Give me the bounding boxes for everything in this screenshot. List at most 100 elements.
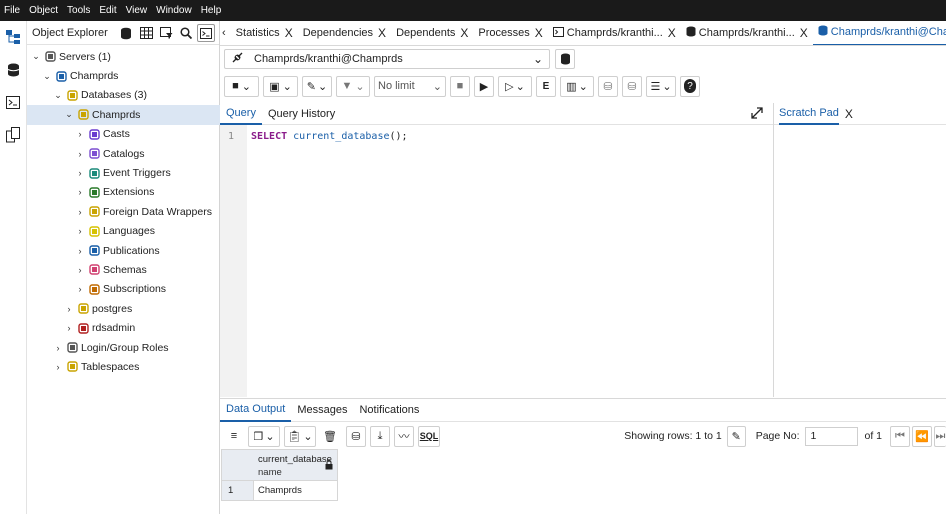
tab-psql-champrds[interactable]: Champrds/kranthi... X bbox=[548, 21, 681, 45]
open-file-button[interactable]: ■ ⌄ bbox=[224, 75, 259, 97]
close-icon[interactable]: X bbox=[845, 107, 853, 121]
tree-node[interactable]: › Event Triggers bbox=[27, 163, 220, 182]
tree-node[interactable]: › Extensions bbox=[27, 183, 220, 202]
connection-select[interactable]: Champrds/kranthi@Champrds ⌄ bbox=[224, 49, 550, 69]
tab-notifications[interactable]: Notifications bbox=[353, 398, 425, 422]
expand-icon[interactable] bbox=[751, 107, 763, 122]
tab-statistics[interactable]: Statistics X bbox=[231, 21, 298, 45]
menu-tools[interactable]: Tools bbox=[67, 5, 90, 16]
chevron-right-icon[interactable]: › bbox=[75, 187, 85, 197]
tab-processes[interactable]: Processes X bbox=[473, 21, 547, 45]
tab-dependents[interactable]: Dependents X bbox=[391, 21, 473, 45]
menu-help[interactable]: Help bbox=[201, 5, 222, 16]
next-page-button[interactable]: ⏭ bbox=[934, 425, 946, 447]
explain-analyze-button[interactable]: ▥ ⌄ bbox=[560, 75, 594, 97]
chevron-right-icon[interactable]: › bbox=[64, 304, 74, 314]
paste-button[interactable]: 📋︎ ⌄ bbox=[284, 425, 316, 447]
tree-node[interactable]: › Catalogs bbox=[27, 144, 220, 163]
tree-node[interactable]: › Casts bbox=[27, 125, 220, 144]
menu-object[interactable]: Object bbox=[29, 5, 58, 16]
commit-button[interactable]: ⛁ bbox=[598, 75, 618, 97]
chevron-right-icon[interactable]: › bbox=[53, 343, 63, 353]
chevron-right-icon[interactable]: › bbox=[64, 323, 74, 333]
filter-rows-icon[interactable] bbox=[157, 24, 175, 42]
chevron-right-icon[interactable]: › bbox=[75, 246, 85, 256]
close-icon[interactable]: X bbox=[535, 26, 543, 40]
cell-value[interactable]: Champrds bbox=[254, 485, 302, 496]
sql-button[interactable]: SQL bbox=[418, 425, 440, 447]
execute-options-button[interactable]: ▷ ⌄ bbox=[498, 75, 532, 97]
tree-node[interactable]: › postgres bbox=[27, 299, 220, 318]
first-page-button[interactable]: ⏮ bbox=[890, 425, 910, 447]
close-icon[interactable]: X bbox=[378, 26, 386, 40]
edit-rows-button[interactable]: ✎ bbox=[726, 425, 746, 447]
tree-node[interactable]: › Tablespaces bbox=[27, 357, 220, 376]
chevron-down-icon[interactable]: ⌄ bbox=[42, 71, 52, 82]
schema-diff-icon[interactable] bbox=[4, 126, 22, 144]
tree-node[interactable]: › Login/Group Roles bbox=[27, 338, 220, 357]
add-row-button[interactable]: ≡ bbox=[224, 425, 244, 447]
database-stack-icon[interactable] bbox=[4, 61, 22, 79]
download-button[interactable]: ⤓ bbox=[370, 425, 390, 447]
tree-node[interactable]: › Schemas bbox=[27, 260, 220, 279]
row-limit-select[interactable]: No limit ⌄ bbox=[374, 75, 446, 97]
search-icon[interactable] bbox=[177, 24, 195, 42]
tab-query[interactable]: Query bbox=[220, 103, 262, 125]
chevron-right-icon[interactable]: › bbox=[53, 362, 63, 372]
menu-edit[interactable]: Edit bbox=[99, 5, 116, 16]
menu-file[interactable]: File bbox=[4, 5, 20, 16]
object-explorer-icon[interactable] bbox=[4, 28, 22, 46]
tab-scratch-pad[interactable]: Scratch Pad X bbox=[774, 103, 946, 125]
save-data-button[interactable]: ⛁ bbox=[346, 425, 366, 447]
edit-button[interactable]: ✎ ⌄ bbox=[302, 75, 332, 97]
tree-node[interactable]: ⌄ Servers (1) bbox=[27, 47, 220, 66]
column-header[interactable]: current_database name bbox=[221, 449, 338, 481]
help-button[interactable]: ? bbox=[680, 75, 700, 97]
table-row[interactable]: 1 Champrds bbox=[221, 481, 338, 501]
chevron-right-icon[interactable]: › bbox=[75, 207, 85, 217]
query-tool-db-icon[interactable] bbox=[117, 24, 135, 42]
graph-button[interactable]: 〰 bbox=[394, 425, 414, 447]
tab-query-champrds-active[interactable]: Champrds/kranthi@Champrds*X bbox=[812, 21, 946, 45]
tab-query-champrds-1[interactable]: Champrds/kranthi... X bbox=[681, 21, 813, 45]
prev-page-button[interactable]: ⏪ bbox=[912, 425, 932, 447]
chevron-right-icon[interactable]: › bbox=[75, 129, 85, 139]
tree-node[interactable]: › Foreign Data Wrappers bbox=[27, 202, 220, 221]
close-icon[interactable]: X bbox=[460, 26, 468, 40]
tree-node[interactable]: › Subscriptions bbox=[27, 280, 220, 299]
menu-window[interactable]: Window bbox=[156, 5, 192, 16]
chevron-down-icon[interactable]: ⌄ bbox=[64, 109, 74, 120]
rollback-button[interactable]: ⛁ bbox=[622, 75, 642, 97]
filter-button[interactable]: ▼ ⌄ bbox=[336, 75, 370, 97]
tab-messages[interactable]: Messages bbox=[291, 398, 353, 422]
explain-button[interactable]: E bbox=[536, 75, 556, 97]
psql-tool-icon[interactable] bbox=[197, 24, 215, 42]
tree-node[interactable]: ⌄ Champrds bbox=[27, 105, 220, 125]
tree-node[interactable]: › Publications bbox=[27, 241, 220, 260]
tree-node[interactable]: ⌄ Champrds bbox=[27, 66, 220, 85]
sql-editor[interactable]: 1 SELECT current_database(); bbox=[220, 125, 773, 397]
view-data-grid-icon[interactable] bbox=[137, 24, 155, 42]
menu-view[interactable]: View bbox=[126, 5, 148, 16]
delete-button[interactable]: 🗑︎ bbox=[320, 425, 340, 447]
tree-node[interactable]: › rdsadmin bbox=[27, 318, 220, 337]
tab-query-history[interactable]: Query History bbox=[262, 103, 341, 125]
tab-data-output[interactable]: Data Output bbox=[220, 398, 292, 422]
tab-scroll-left[interactable]: ‹ bbox=[220, 21, 231, 45]
macros-button[interactable]: ☰ ⌄ bbox=[646, 75, 676, 97]
new-connection-button[interactable] bbox=[555, 49, 575, 69]
chevron-right-icon[interactable]: › bbox=[75, 149, 85, 159]
terminal-icon[interactable] bbox=[4, 93, 22, 111]
chevron-down-icon[interactable]: ⌄ bbox=[31, 51, 41, 62]
close-icon[interactable]: X bbox=[285, 26, 293, 40]
chevron-right-icon[interactable]: › bbox=[75, 226, 85, 236]
close-icon[interactable]: X bbox=[800, 26, 808, 40]
tab-dependencies[interactable]: Dependencies X bbox=[298, 21, 391, 45]
chevron-right-icon[interactable]: › bbox=[75, 168, 85, 178]
page-number-input[interactable]: 1 bbox=[805, 426, 859, 446]
stop-button[interactable]: ■ bbox=[450, 75, 470, 97]
chevron-down-icon[interactable]: ⌄ bbox=[53, 90, 63, 101]
tree-node[interactable]: › Languages bbox=[27, 222, 220, 241]
close-icon[interactable]: X bbox=[668, 26, 676, 40]
chevron-right-icon[interactable]: › bbox=[75, 284, 85, 294]
